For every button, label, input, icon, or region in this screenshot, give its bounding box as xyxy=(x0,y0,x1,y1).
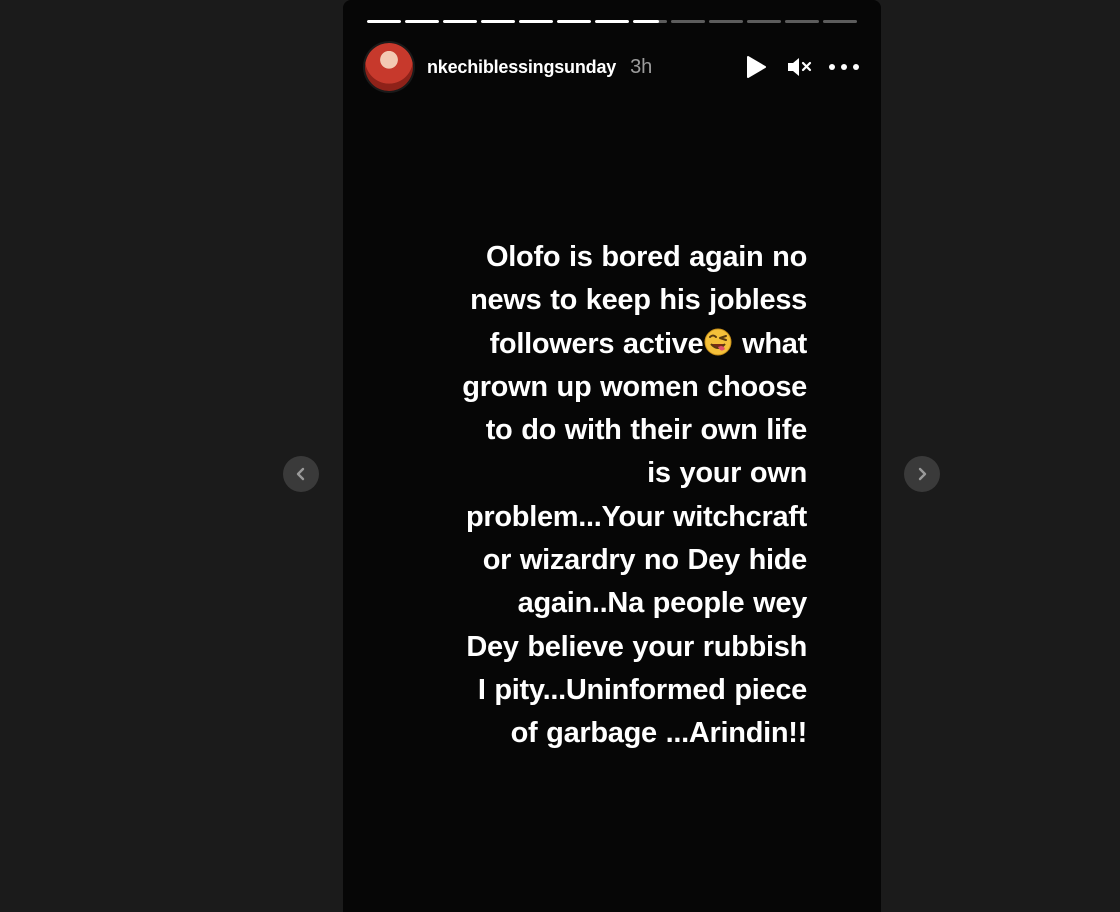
progress-segment xyxy=(747,20,781,23)
progress-segment xyxy=(671,20,705,23)
story-text-line: again..Na people wey xyxy=(517,587,808,620)
progress-segment-fill xyxy=(443,20,477,23)
story-text-fragment: followers active xyxy=(489,327,704,360)
progress-segment xyxy=(709,20,743,23)
progress-segment xyxy=(405,20,439,23)
progress-segment-fill xyxy=(481,20,515,23)
time-ago: 3h xyxy=(630,55,653,78)
story-text-line: is your own xyxy=(647,457,807,490)
story-text-line-with-emoji: followers active what xyxy=(383,323,808,366)
progress-segment-fill xyxy=(367,20,401,23)
progress-segment xyxy=(481,20,515,23)
story-controls xyxy=(739,50,861,84)
progress-segment-fill xyxy=(557,20,591,23)
winking-tongue-emoji xyxy=(704,328,732,356)
muted-speaker-icon xyxy=(788,58,812,76)
mute-button[interactable] xyxy=(783,50,817,84)
story-text-line: or wizardry no Dey hide xyxy=(482,544,808,577)
story-text: Olofo is bored again no news to keep his… xyxy=(383,236,807,756)
play-button[interactable] xyxy=(739,50,773,84)
story-text-line: grown up women choose xyxy=(462,370,807,403)
chevron-right-icon xyxy=(918,467,927,481)
story-progress-bar xyxy=(367,20,857,23)
progress-segment-fill xyxy=(519,20,553,23)
more-options-button[interactable] xyxy=(827,50,861,84)
progress-segment xyxy=(823,20,857,23)
story-text-line: Olofo is bored again no xyxy=(486,241,807,273)
avatar[interactable] xyxy=(365,43,413,91)
story-text-fragment: what xyxy=(733,327,807,360)
progress-segment-fill xyxy=(405,20,439,23)
previous-story-button[interactable] xyxy=(283,456,319,492)
story-card[interactable]: nkechiblessingsunday 3h Olofo is bored a… xyxy=(343,0,881,912)
more-options-icon xyxy=(829,64,859,70)
username[interactable]: nkechiblessingsunday xyxy=(427,57,616,78)
story-text-line: problem...Your witchcraft xyxy=(465,500,807,533)
progress-segment xyxy=(633,20,667,23)
play-icon xyxy=(747,56,766,78)
story-text-line: Dey believe your rubbish xyxy=(466,630,807,663)
story-text-line: I pity...Uninformed piece xyxy=(477,673,807,706)
chevron-left-icon xyxy=(296,467,305,481)
progress-segment-fill xyxy=(595,20,629,23)
progress-segment xyxy=(595,20,629,23)
story-text-line: news to keep his jobless xyxy=(470,284,807,317)
progress-segment xyxy=(785,20,819,23)
progress-segment xyxy=(519,20,553,23)
progress-segment xyxy=(557,20,591,23)
next-story-button[interactable] xyxy=(904,456,940,492)
story-header: nkechiblessingsunday 3h xyxy=(365,42,861,92)
story-text-line: of garbage ...Arindin!! xyxy=(510,717,808,750)
story-text-line: to do with their own life xyxy=(485,414,808,447)
progress-segment xyxy=(443,20,477,23)
progress-segment-fill xyxy=(633,20,659,23)
progress-segment xyxy=(367,20,401,23)
story-viewer: nkechiblessingsunday 3h Olofo is bored a… xyxy=(0,0,1120,912)
